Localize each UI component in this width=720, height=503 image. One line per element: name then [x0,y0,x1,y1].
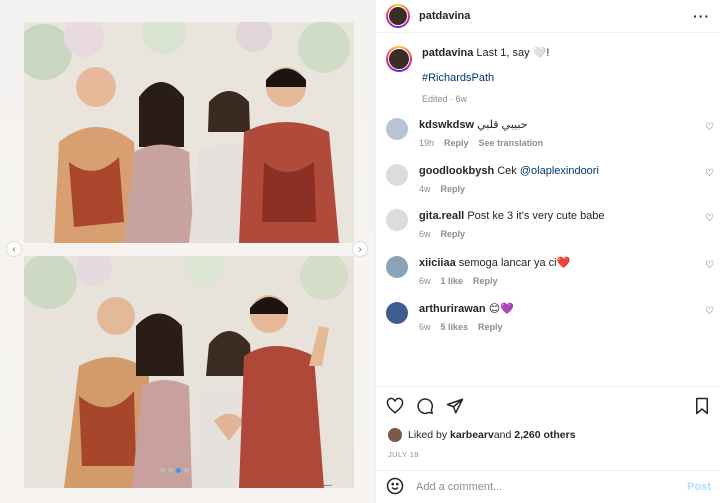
post-comment-button[interactable]: Post [687,481,711,493]
commenter-avatar[interactable] [386,302,408,324]
photo-strip: ‿ [0,0,375,503]
comment-item: arthurirawan 😊💜 6w 5 likes Reply ♡ [386,302,716,334]
carousel-dots [160,468,189,473]
caption-avatar[interactable] [386,46,412,72]
comment-icon[interactable] [416,397,434,418]
comment-composer: Add a comment... Post [376,470,720,503]
liked-by-user[interactable]: karbearv [450,429,494,441]
photo-frame-bottom: ‿ [24,256,354,488]
comment-time: 6w [419,229,431,239]
save-icon[interactable] [693,397,711,418]
comment-item: kdswkdsw حبيبي قلبي 19h Reply See transl… [386,118,716,150]
comment-mention[interactable]: @olaplexindoori [520,165,599,177]
reply-button[interactable]: Reply [441,227,466,241]
post-date: JULY 18 [388,450,419,459]
commenter-username[interactable]: arthurirawan [419,303,486,315]
liked-by-and: and [493,429,512,441]
commenter-username[interactable]: goodlookbysh [419,165,494,177]
comment-item: xiiciiaa semoga lancar ya ci❤️ 6w 1 like… [386,256,716,288]
author-username[interactable]: patdavina [419,10,470,22]
comment-text: 😊💜 [488,303,514,315]
reply-button[interactable]: Reply [441,182,466,196]
commenter-username[interactable]: gita.reall [419,210,464,222]
commenter-avatar[interactable] [386,256,408,278]
reply-button[interactable]: Reply [478,320,503,334]
post-media[interactable]: ‿ ‹ › [0,0,375,503]
heart-icon[interactable] [386,397,404,418]
comment-time: 6w [419,276,431,286]
chevron-right-icon[interactable]: › [352,241,368,257]
liker-avatar [388,428,402,442]
commenter-avatar[interactable] [386,164,408,186]
heart-icon[interactable]: ♡ [705,260,714,271]
comment-time: 4w [419,184,431,194]
comment-likes[interactable]: 1 like [441,274,464,288]
more-icon[interactable]: ··· [693,8,710,24]
comment-text: Post ke 3 it's very cute babe [467,210,605,222]
carousel-dot [184,468,189,473]
heart-icon[interactable]: ♡ [705,122,714,133]
commenter-avatar[interactable] [386,209,408,231]
caption-hashtag[interactable]: #RichardsPath [422,71,549,86]
comment-text: semoga lancar ya ci❤️ [458,257,571,269]
commenter-username[interactable]: kdswkdsw [419,119,474,131]
carousel-dot [160,468,165,473]
heart-icon[interactable]: ♡ [705,213,714,224]
comment-item: goodlookbysh Cek @olaplexindoori 4w Repl… [386,164,716,196]
caption-username[interactable]: patdavina [422,47,473,59]
comment-likes[interactable]: 5 likes [441,320,469,334]
commenter-avatar[interactable] [386,118,408,140]
liked-by-label: Liked by [408,429,448,441]
heart-icon[interactable]: ♡ [705,168,714,179]
reply-button[interactable]: Reply [473,274,498,288]
comment-time: 6w [419,322,431,332]
author-avatar[interactable] [386,4,410,28]
caption-text: Last 1, say 🤍! [476,47,550,59]
commenter-username[interactable]: xiiciiaa [419,257,456,269]
comments-section[interactable]: patdavina Last 1, say 🤍! #RichardsPath E… [376,34,720,386]
share-icon[interactable] [446,397,464,418]
comment-item: gita.reall Post ke 3 it's very cute babe… [386,209,716,241]
photo-frame-top [24,22,354,243]
reply-button[interactable]: Reply [444,136,469,150]
comment-text: حبيبي قلبي [477,119,528,131]
comment-time: 19h [419,138,435,148]
post-caption: patdavina Last 1, say 🤍! #RichardsPath E… [376,34,720,107]
carousel-dot-active [176,468,181,473]
emoji-icon[interactable] [386,477,404,498]
liked-by-others[interactable]: 2,260 others [514,429,575,441]
see-translation-button[interactable]: See translation [479,136,544,150]
caption-edited: Edited · 6w [422,94,468,104]
post-header: patdavina ··· [376,0,720,33]
svg-text:‿: ‿ [323,476,332,486]
comment-text: Cek [497,165,520,177]
post-sidebar: patdavina ··· patdavina Last 1, say 🤍! #… [375,0,720,503]
likes-summary[interactable]: Liked by karbearv and 2,260 others [376,418,720,442]
heart-icon[interactable]: ♡ [705,306,714,317]
carousel-dot [168,468,173,473]
chevron-left-icon[interactable]: ‹ [6,241,22,257]
comment-input[interactable]: Add a comment... [416,481,502,493]
